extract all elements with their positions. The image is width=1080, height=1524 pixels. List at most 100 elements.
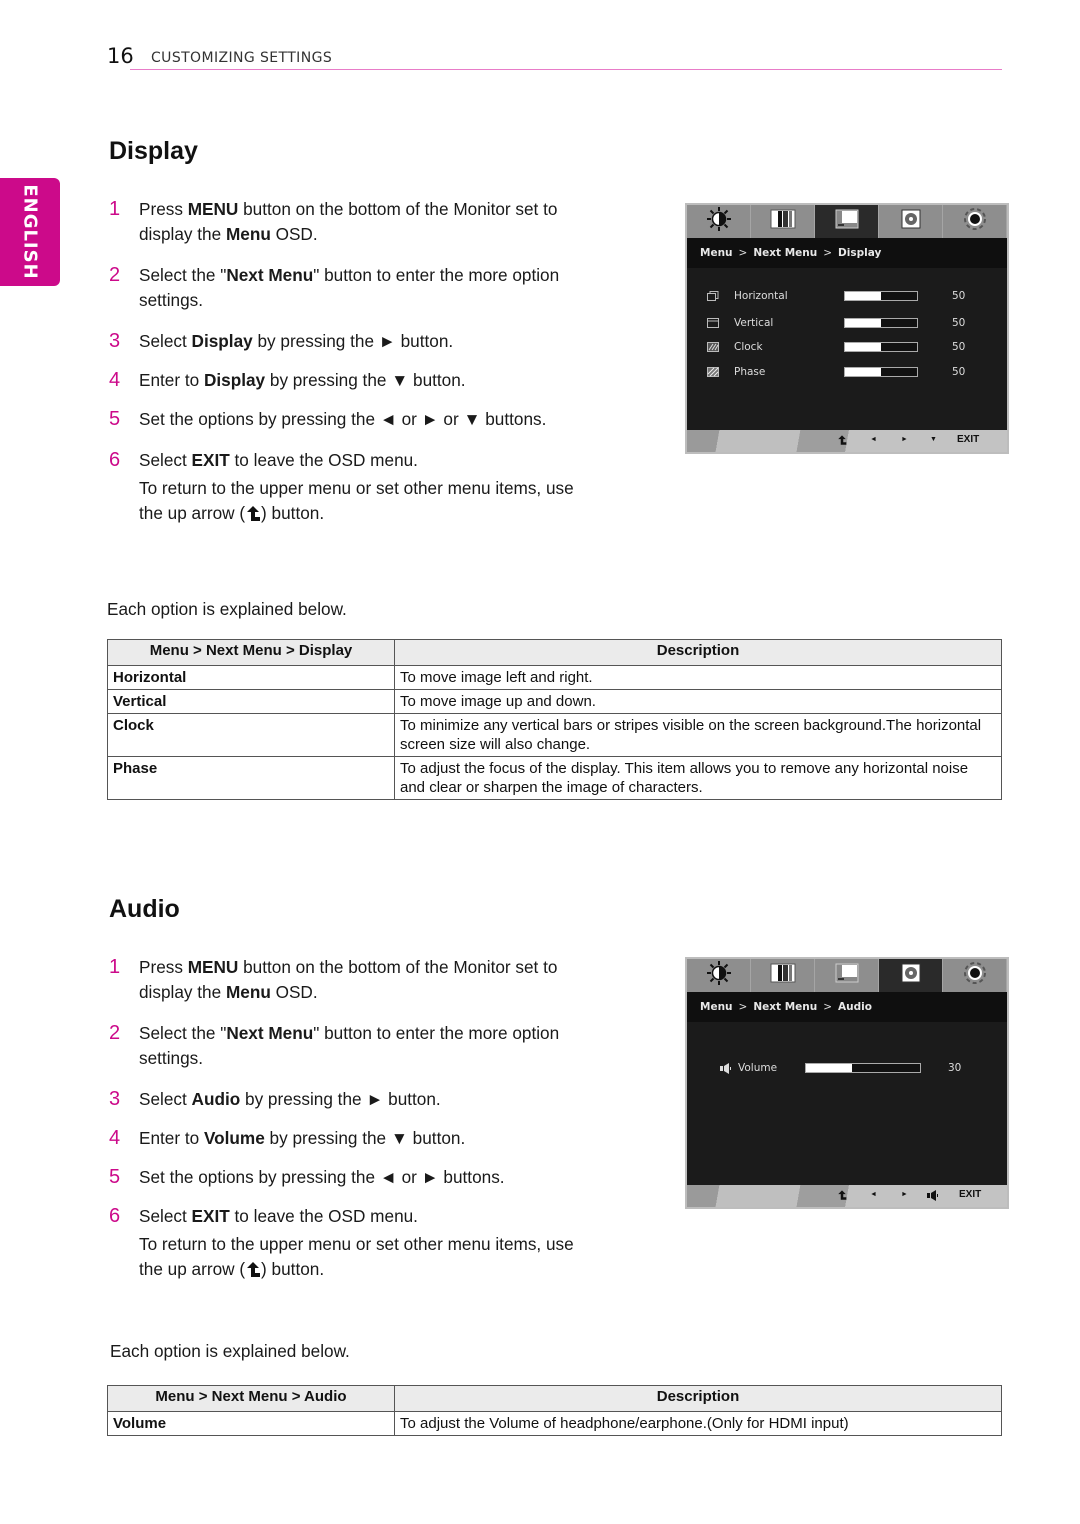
return-note-text: To return to the upper menu or set other…	[139, 1234, 574, 1279]
step-number: 4	[109, 369, 121, 391]
step-keyword: Display	[191, 331, 253, 351]
step-text: Select	[139, 1206, 192, 1226]
osd-tab-bar	[687, 205, 1007, 238]
step-text: OSD.	[270, 224, 318, 244]
up-arrow-icon[interactable]	[837, 434, 847, 449]
option-description: To minimize any vertical bars or stripes…	[394, 713, 1002, 757]
table-header-row: Menu > Next Menu > Audio Description	[107, 1385, 1002, 1412]
step-item: 4 Enter to Display by pressing the ▼ butt…	[108, 368, 588, 393]
step-keyword: Display	[203, 370, 266, 390]
display-options-table: Menu > Next Menu > Display Description Hor…	[107, 639, 1002, 800]
step-number: 1	[109, 198, 121, 220]
setting-slider[interactable]	[844, 367, 918, 377]
display-icon	[835, 963, 859, 988]
osd-tab[interactable]	[879, 205, 943, 238]
breadcrumb-item: Audio	[838, 1001, 872, 1013]
brightness-icon	[706, 206, 732, 237]
osd-tab[interactable]	[815, 959, 879, 992]
osd-tab[interactable]	[943, 959, 1007, 992]
osd-body: Volume 30	[687, 1022, 1007, 1185]
step-text: Select	[139, 450, 192, 470]
phase-icon	[707, 367, 719, 377]
osd-tab[interactable]	[879, 959, 943, 992]
step-text: Press	[139, 957, 188, 977]
audio-options-table: Menu > Next Menu > Audio Description Volum…	[107, 1385, 1002, 1436]
setting-slider[interactable]	[844, 318, 918, 328]
setting-value: 50	[952, 341, 966, 353]
speaker-icon[interactable]	[927, 1190, 939, 1204]
step-item: 2 Select the "Next Menu" button to enter …	[108, 263, 588, 313]
settings-gear-icon	[962, 206, 988, 237]
table-row: Phase To adjust the focus of the display.…	[107, 756, 1002, 800]
step-item: 5 Set the options by pressing the ◄ or ► …	[108, 1165, 588, 1190]
exit-button[interactable]: EXIT	[957, 434, 979, 445]
left-arrow-button[interactable]: ◄	[870, 1191, 877, 1198]
down-arrow-button[interactable]: ▼	[930, 436, 937, 443]
step-number: 2	[109, 264, 121, 286]
breadcrumb-item: Menu	[700, 247, 733, 259]
osd-body: Horizontal 50 Vertical 50 Clock 50 Phase 50	[687, 268, 1007, 430]
setting-value: 30	[948, 1062, 962, 1074]
up-arrow-icon	[245, 503, 261, 523]
step-text: Set the options by pressing the ◄ or ► o…	[139, 409, 547, 429]
setting-slider[interactable]	[844, 342, 918, 352]
step-keyword: Menu	[225, 224, 271, 244]
option-name: Horizontal	[107, 665, 395, 690]
right-arrow-button[interactable]: ►	[901, 1191, 908, 1198]
osd-setting-row: Phase 50	[687, 362, 1007, 382]
step-number: 6	[109, 1205, 121, 1227]
step-item: 3 Select Display by pressing the ► button…	[108, 329, 588, 354]
option-description: To move image left and right.	[394, 665, 1002, 690]
step-item: 3 Select Audio by pressing the ► button.	[108, 1087, 588, 1112]
setting-slider[interactable]	[844, 291, 918, 301]
setting-value: 50	[952, 366, 966, 378]
step-keyword: MENU	[187, 957, 239, 977]
display-explain-text: Each option is explained below.	[107, 599, 347, 619]
audio-explain-text: Each option is explained below.	[110, 1341, 350, 1361]
left-arrow-button[interactable]: ◄	[870, 436, 877, 443]
vertical-position-icon	[707, 318, 719, 328]
step-item: 6 Select EXIT to leave the OSD menu.	[108, 1204, 588, 1229]
osd-setting-row: Vertical 50	[687, 313, 1007, 333]
slider-fill	[845, 343, 881, 351]
step-keyword: EXIT	[191, 1206, 230, 1226]
osd-breadcrumb: Menu > Next Menu > Display	[687, 238, 1007, 268]
step-number: 3	[109, 330, 121, 352]
osd-tab[interactable]	[815, 205, 879, 238]
up-arrow-icon[interactable]	[837, 1189, 847, 1204]
step-text: Press	[139, 199, 188, 219]
slider-fill	[845, 292, 881, 300]
osd-tab[interactable]	[751, 959, 815, 992]
step-keyword: Next Menu	[226, 265, 314, 285]
breadcrumb-separator: >	[823, 247, 833, 259]
osd-tab-bar	[687, 959, 1007, 992]
return-note: To return to the upper menu or set other…	[108, 1232, 588, 1282]
slider-fill	[845, 368, 881, 376]
exit-button[interactable]: EXIT	[959, 1189, 981, 1200]
step-number: 3	[109, 1088, 121, 1110]
option-name: Phase	[107, 756, 395, 800]
step-item: 2 Select the "Next Menu" button to enter …	[108, 1021, 588, 1071]
right-arrow-button[interactable]: ►	[901, 436, 908, 443]
osd-tab[interactable]	[687, 205, 751, 238]
step-item: 4 Enter to Volume by pressing the ▼ butto…	[108, 1126, 588, 1151]
step-text: by pressing the ► button.	[252, 331, 454, 351]
breadcrumb-item: Display	[838, 247, 882, 259]
step-number: 1	[109, 956, 121, 978]
display-osd-screenshot: Menu > Next Menu > Display Horizontal 50 Vertic…	[685, 203, 1009, 454]
step-number: 5	[109, 408, 121, 430]
step-keyword: Volume	[203, 1128, 265, 1148]
step-number: 5	[109, 1166, 121, 1188]
setting-slider[interactable]	[805, 1063, 921, 1073]
step-item: 5 Set the options by pressing the ◄ or ► …	[108, 407, 588, 432]
audio-icon	[901, 209, 921, 234]
osd-tab[interactable]	[687, 959, 751, 992]
step-keyword: MENU	[187, 199, 239, 219]
osd-tab[interactable]	[751, 205, 815, 238]
setting-label: Horizontal	[734, 290, 788, 302]
osd-tab[interactable]	[943, 205, 1007, 238]
clock-icon	[707, 342, 719, 352]
osd-footer: ◄ ► EXIT	[687, 1185, 1007, 1207]
display-icon	[835, 209, 859, 234]
setting-label: Vertical	[734, 317, 774, 329]
